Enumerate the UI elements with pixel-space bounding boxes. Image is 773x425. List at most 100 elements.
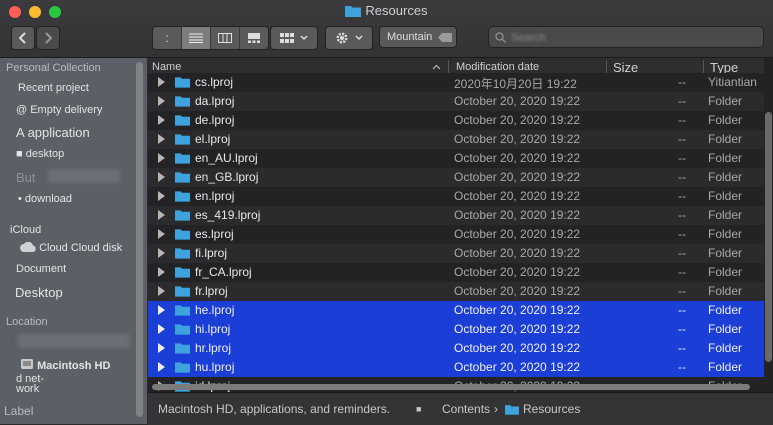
table-row[interactable]: de.lproj October 20, 2020 19:22 -- Folder — [148, 111, 764, 130]
table-row[interactable]: en_AU.lproj October 20, 2020 19:22 -- Folde… — [148, 149, 764, 168]
disclosure-triangle-icon[interactable] — [158, 267, 165, 277]
folder-icon — [175, 134, 190, 145]
table-row[interactable]: he.lproj October 20, 2020 19:22 -- Folder — [148, 301, 764, 320]
file-date: October 20, 2020 19:22 — [454, 322, 581, 336]
horizontal-scrollbar[interactable] — [152, 384, 750, 390]
disclosure-triangle-icon[interactable] — [158, 115, 165, 125]
sidebar-item-downloads[interactable]: • download — [18, 193, 72, 205]
table-row[interactable]: cs.lproj 2020年10月20日 19:22 -- Yitiantian — [148, 73, 764, 92]
table-row[interactable]: fr_CA.lproj October 20, 2020 19:22 -- Folde… — [148, 263, 764, 282]
sidebar-item-desktop[interactable]: ■ desktop — [16, 148, 64, 160]
back-button[interactable] — [11, 26, 35, 50]
path-item-current[interactable]: Resources — [523, 402, 580, 416]
column-name-header[interactable]: Name — [152, 61, 181, 73]
grid-icon — [280, 33, 294, 43]
sidebar-item-network[interactable]: d net-work — [16, 374, 66, 395]
chevron-left-icon — [19, 32, 26, 44]
folder-icon — [175, 210, 190, 221]
file-kind: Folder — [708, 132, 743, 146]
column-view-button[interactable] — [211, 27, 240, 49]
table-row[interactable]: en.lproj October 20, 2020 19:22 -- Folder — [148, 187, 764, 206]
sidebar-item-desktop-icloud[interactable]: Desktop — [15, 285, 63, 300]
file-name: da.lproj — [195, 94, 235, 108]
path-item-contents[interactable]: Contents — [442, 402, 490, 416]
disclosure-triangle-icon[interactable] — [158, 96, 165, 106]
group-by-button[interactable] — [270, 26, 318, 50]
sidebar-item-applications[interactable]: A application — [16, 125, 90, 140]
disclosure-triangle-icon[interactable] — [158, 362, 165, 372]
file-size: -- — [678, 208, 686, 222]
folder-icon — [175, 77, 190, 88]
file-size: -- — [678, 132, 686, 146]
sidebar-item-recents[interactable]: Recent project — [18, 82, 89, 94]
window-title: Resources — [0, 3, 773, 18]
disclosure-triangle-icon[interactable] — [158, 305, 165, 315]
disclosure-triangle-icon[interactable] — [158, 134, 165, 144]
disclosure-triangle-icon[interactable] — [158, 191, 165, 201]
file-name: en.lproj — [195, 189, 235, 203]
file-kind: Folder — [708, 227, 743, 241]
folder-icon — [175, 305, 190, 316]
sidebar-item-airdrop[interactable]: @ Empty delivery — [16, 104, 102, 116]
gallery-view-button[interactable] — [240, 27, 268, 49]
scrollbar-thumb[interactable] — [765, 112, 772, 362]
icon-view-button[interactable]: : — [153, 27, 182, 49]
table-row[interactable]: da.lproj October 20, 2020 19:22 -- Folder — [148, 92, 764, 111]
disclosure-triangle-icon[interactable] — [158, 77, 165, 87]
folder-icon — [175, 267, 190, 278]
blurred-item — [48, 169, 120, 183]
file-name: hu.lproj — [195, 360, 235, 374]
tag-button[interactable]: Mountain — [379, 26, 457, 48]
disclosure-triangle-icon[interactable] — [158, 248, 165, 258]
file-date: October 20, 2020 19:22 — [454, 303, 581, 317]
disclosure-triangle-icon[interactable] — [158, 343, 165, 353]
sidebar-item-but[interactable]: But — [16, 170, 36, 185]
file-size: -- — [678, 170, 686, 184]
file-name: el.lproj — [195, 132, 231, 146]
desktop-icon: ■ — [16, 148, 23, 160]
disclosure-triangle-icon[interactable] — [158, 324, 165, 334]
disclosure-triangle-icon[interactable] — [158, 210, 165, 220]
column-date-header[interactable]: Modification date — [456, 61, 539, 73]
file-size: -- — [678, 94, 686, 108]
table-row[interactable]: hi.lproj October 20, 2020 19:22 -- Folder — [148, 320, 764, 339]
table-row[interactable]: es.lproj October 20, 2020 19:22 -- Folder — [148, 225, 764, 244]
file-kind: Folder — [708, 322, 743, 336]
disclosure-triangle-icon[interactable] — [158, 229, 165, 239]
sidebar-item-macintosh-hd[interactable]: Macintosh HD — [20, 357, 110, 372]
disclosure-triangle-icon[interactable] — [158, 153, 165, 163]
table-row[interactable]: fr.lproj October 20, 2020 19:22 -- Folder — [148, 282, 764, 301]
sidebar-scrollbar[interactable] — [136, 62, 143, 417]
file-date: October 20, 2020 19:22 — [454, 227, 581, 241]
forward-button[interactable] — [36, 26, 60, 50]
file-list-scrollbar[interactable] — [764, 58, 773, 392]
table-row[interactable]: en_GB.lproj October 20, 2020 19:22 -- Folde… — [148, 168, 764, 187]
file-date: October 20, 2020 19:22 — [454, 151, 581, 165]
sidebar-heading-icloud: iCloud — [10, 224, 42, 236]
folder-icon — [505, 405, 519, 415]
sidebar-item-icloud-drive[interactable]: Cloud Cloud disk — [20, 241, 122, 254]
table-row[interactable]: hr.lproj October 20, 2020 19:22 -- Folder — [148, 339, 764, 358]
file-name: fi.lproj — [195, 246, 228, 260]
sidebar-item-documents[interactable]: Document — [16, 263, 66, 275]
action-menu-button[interactable] — [325, 26, 373, 50]
disclosure-triangle-icon[interactable] — [158, 172, 165, 182]
file-name: fr_CA.lproj — [195, 265, 252, 279]
bullet-icon: • — [18, 193, 22, 205]
file-date: October 20, 2020 19:22 — [454, 132, 581, 146]
table-row[interactable]: fi.lproj October 20, 2020 19:22 -- Folder — [148, 244, 764, 263]
table-row[interactable]: es_419.lproj October 20, 2020 19:22 -- Fold… — [148, 206, 764, 225]
file-name: hr.lproj — [195, 341, 232, 355]
list-view-button[interactable] — [182, 27, 211, 49]
sidebar-item-desktop-label: desktop — [25, 148, 65, 160]
table-row[interactable]: el.lproj October 20, 2020 19:22 -- Folder — [148, 130, 764, 149]
file-size: -- — [678, 303, 686, 317]
path-bar-prefix[interactable]: Macintosh HD, applications, and reminder… — [158, 402, 390, 416]
table-row[interactable]: hu.lproj October 20, 2020 19:22 -- Folder — [148, 358, 764, 377]
search-icon — [495, 32, 506, 43]
file-kind: Folder — [708, 303, 743, 317]
finder-window: Resources : Mountain Search Personal Col… — [0, 0, 773, 425]
disclosure-triangle-icon[interactable] — [158, 286, 165, 296]
file-size: -- — [678, 189, 686, 203]
search-field[interactable]: Search — [488, 26, 764, 48]
